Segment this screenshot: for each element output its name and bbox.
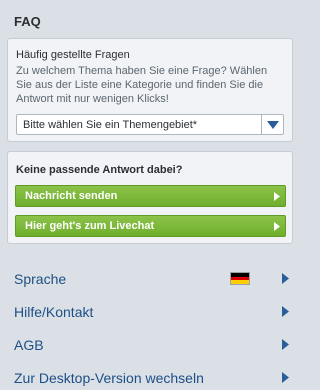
chevron-right-icon: [269, 221, 285, 231]
chevron-down-icon[interactable]: [261, 115, 283, 134]
chevron-right-icon: [270, 306, 300, 317]
menu-item-language[interactable]: Sprache: [0, 262, 300, 295]
topic-select-value: Bitte wählen Sie ein Themengebiet*: [23, 118, 198, 131]
send-message-button[interactable]: Nachricht senden: [15, 185, 286, 207]
page-title: FAQ: [14, 14, 41, 29]
menu-item-agb[interactable]: AGB: [0, 328, 300, 361]
menu-item-desktop-version[interactable]: Zur Desktop-Version wechseln: [0, 361, 300, 390]
menu-item-label: AGB: [14, 336, 44, 353]
faq-card: Häufig gestellte Fragen Zu welchem Thema…: [7, 38, 293, 142]
menu-item-label: Sprache: [14, 270, 67, 287]
contact-card-title: Keine passende Antwort dabei?: [16, 164, 183, 176]
livechat-label: Hier geht's zum Livechat: [25, 220, 155, 232]
footer-menu: Sprache Hilfe/Kontakt AGB Zur Desktop-Ve…: [0, 262, 300, 390]
chevron-right-icon: [270, 273, 300, 284]
faq-card-title: Häufig gestellte Fragen: [16, 49, 130, 61]
contact-card: Keine passende Antwort dabei? Nachricht …: [7, 151, 293, 244]
send-message-label: Nachricht senden: [25, 190, 118, 202]
chevron-right-icon: [270, 339, 300, 350]
menu-item-help-contact[interactable]: Hilfe/Kontakt: [0, 295, 300, 328]
de-flag-icon: [230, 272, 250, 285]
chevron-right-icon: [270, 372, 300, 383]
livechat-button[interactable]: Hier geht's zum Livechat: [15, 215, 286, 237]
menu-item-label: Zur Desktop-Version wechseln: [14, 369, 204, 386]
chevron-right-icon: [269, 191, 285, 201]
faq-page: FAQ Häufig gestellte Fragen Zu welchem T…: [0, 0, 300, 390]
topic-select[interactable]: Bitte wählen Sie ein Themengebiet*: [16, 114, 284, 135]
faq-card-text: Zu welchem Thema haben Sie eine Frage? W…: [16, 65, 268, 105]
menu-item-label: Hilfe/Kontakt: [14, 303, 94, 320]
